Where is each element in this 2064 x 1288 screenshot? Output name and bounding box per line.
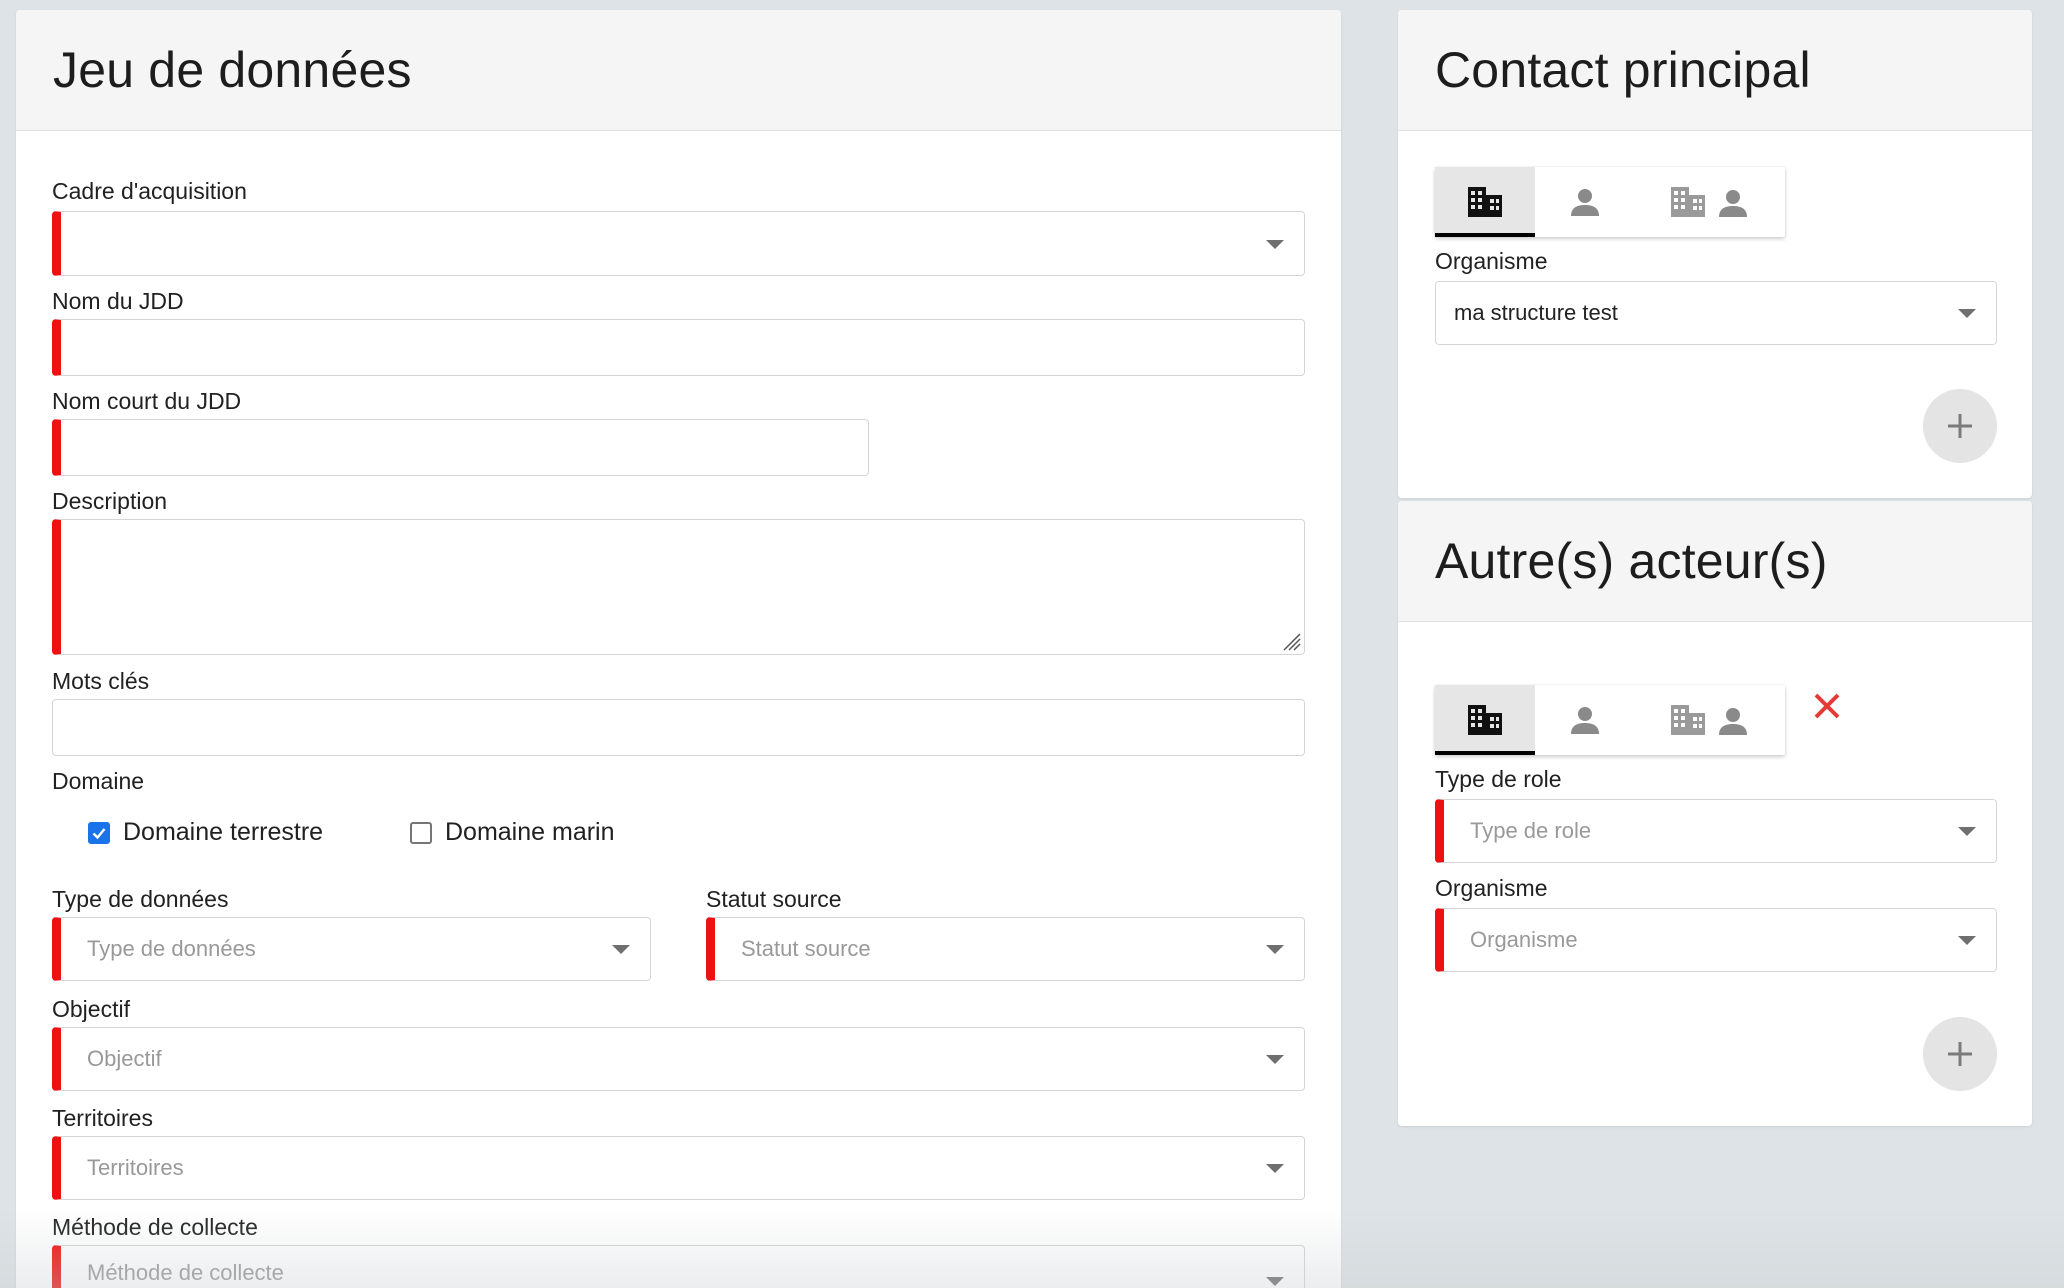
toggle-organization-person[interactable] [1635, 167, 1785, 237]
domain-terrestrial-label: Domaine terrestre [123, 818, 324, 846]
dataset-name-input[interactable] [52, 319, 1305, 376]
person-icon [1571, 707, 1599, 734]
main-contact-organism-value: ma structure test [1454, 300, 1618, 325]
toggle-organization-person[interactable] [1635, 685, 1785, 755]
collect-method-select[interactable]: Méthode de collecte [52, 1245, 1305, 1288]
organization-icon [1468, 187, 1502, 217]
chevron-down-icon [612, 945, 630, 954]
dataset-card-header: Jeu de données [16, 10, 1341, 131]
remove-actor-close-icon[interactable] [1811, 690, 1843, 722]
acquisition-select[interactable] [52, 211, 1305, 276]
dataset-title: Jeu de données [53, 42, 412, 98]
data-type-select[interactable]: Type de données [52, 917, 651, 981]
keywords-label: Mots clés [52, 668, 150, 694]
chevron-down-icon [1266, 1277, 1284, 1286]
role-type-placeholder: Type de role [1470, 818, 1592, 843]
plus-icon [1948, 414, 1972, 438]
other-actor-organism-placeholder: Organisme [1470, 927, 1578, 952]
description-label: Description [52, 488, 168, 514]
organization-person-icon [1671, 705, 1747, 735]
main-contact-type-toggle [1435, 167, 1785, 237]
chevron-down-icon [1958, 827, 1976, 836]
other-actor-type-toggle [1435, 685, 1785, 755]
domain-marine-option[interactable]: Domaine marin [410, 818, 615, 847]
role-type-label: Type de role [1435, 766, 1562, 792]
territories-placeholder: Territoires [87, 1155, 184, 1180]
source-status-placeholder: Statut source [741, 936, 871, 961]
dataset-short-name-label: Nom court du JDD [52, 388, 242, 414]
main-contact-title: Contact principal [1435, 42, 1811, 98]
main-contact-organism-label: Organisme [1435, 248, 1548, 274]
resize-handle-icon[interactable] [1278, 628, 1302, 652]
territories-select[interactable]: Territoires [52, 1136, 1305, 1200]
other-actor-organism-select[interactable]: Organisme [1435, 908, 1997, 972]
data-type-label: Type de données [52, 886, 229, 912]
person-icon [1571, 189, 1599, 216]
role-type-select[interactable]: Type de role [1435, 799, 1997, 863]
domain-terrestrial-checkbox[interactable] [88, 821, 110, 844]
source-status-label: Statut source [706, 886, 842, 912]
toggle-organization[interactable] [1435, 685, 1535, 755]
plus-icon [1948, 1042, 1972, 1066]
other-actors-card-header: Autre(s) acteur(s) [1398, 501, 2032, 622]
chevron-down-icon [1266, 1055, 1284, 1064]
data-type-placeholder: Type de données [87, 936, 256, 961]
domain-terrestrial-option[interactable]: Domaine terrestre [88, 818, 323, 847]
add-main-contact-button[interactable] [1923, 389, 1997, 463]
dataset-name-label: Nom du JDD [52, 288, 184, 314]
organization-icon [1468, 705, 1502, 735]
chevron-down-icon [1958, 936, 1976, 945]
domain-marine-label: Domaine marin [445, 818, 615, 846]
objective-select[interactable]: Objectif [52, 1027, 1305, 1091]
collect-method-label: Méthode de collecte [52, 1214, 258, 1240]
chevron-down-icon [1266, 239, 1284, 249]
domain-marine-checkbox[interactable] [410, 821, 432, 844]
acquisition-label: Cadre d'acquisition [52, 178, 247, 204]
objective-placeholder: Objectif [87, 1046, 162, 1071]
source-status-select[interactable]: Statut source [706, 917, 1305, 981]
toggle-person[interactable] [1535, 167, 1635, 237]
chevron-down-icon [1958, 309, 1976, 318]
main-contact-organism-select[interactable]: ma structure test [1435, 281, 1997, 345]
territories-label: Territoires [52, 1105, 153, 1131]
domain-label: Domaine [52, 768, 145, 794]
organization-person-icon [1671, 187, 1747, 217]
add-other-actor-button[interactable] [1923, 1017, 1997, 1091]
toggle-organization[interactable] [1435, 167, 1535, 237]
chevron-down-icon [1266, 1164, 1284, 1173]
other-actor-organism-label: Organisme [1435, 875, 1548, 901]
objective-label: Objectif [52, 996, 130, 1022]
description-textarea[interactable] [52, 519, 1305, 655]
collect-method-placeholder: Méthode de collecte [87, 1260, 284, 1285]
main-contact-card-header: Contact principal [1398, 10, 2032, 131]
check-icon [92, 827, 106, 839]
dataset-short-name-input[interactable] [52, 419, 869, 476]
toggle-person[interactable] [1535, 685, 1635, 755]
chevron-down-icon [1266, 945, 1284, 954]
keywords-input[interactable] [52, 699, 1305, 756]
other-actors-title: Autre(s) acteur(s) [1435, 533, 1828, 589]
